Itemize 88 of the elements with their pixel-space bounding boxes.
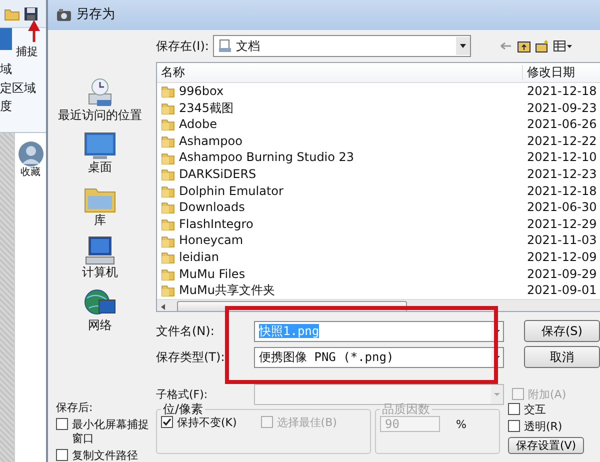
folder-icon bbox=[161, 117, 175, 132]
file-date: 2021-12-09 bbox=[526, 250, 597, 264]
file-date: 2021-12-29 bbox=[526, 216, 597, 232]
file-date: 2021-09-29 bbox=[526, 266, 597, 282]
input-field[interactable]: 便携图像 PNG (*.png) bbox=[254, 346, 504, 368]
file-name[interactable]: 2345截图 bbox=[179, 100, 234, 116]
file-name[interactable]: Adobe bbox=[179, 117, 217, 132]
file-date: 2021-12-18 bbox=[526, 184, 597, 198]
up-folder-icon[interactable] bbox=[516, 39, 531, 53]
ribbon-label: 捕捉 bbox=[16, 44, 38, 58]
checkbox[interactable] bbox=[161, 416, 173, 428]
input-field: 90 bbox=[380, 416, 440, 432]
file-date: 2021-09-23 bbox=[526, 100, 597, 116]
section-label: 保存后: bbox=[56, 401, 94, 414]
file-name[interactable]: Ashampoo Burning Studio 23 bbox=[179, 150, 354, 165]
folder-icon bbox=[161, 250, 175, 264]
checkbox-label: 最小化屏幕捕捉窗口 bbox=[72, 418, 150, 445]
save-icon[interactable] bbox=[24, 6, 38, 20]
file-date: 2021-12-22 bbox=[526, 134, 597, 148]
column-header[interactable]: 名称 bbox=[157, 65, 523, 80]
place-label[interactable]: 桌面 bbox=[88, 160, 112, 175]
group-title: 品质因数 bbox=[381, 403, 431, 416]
new-folder-icon[interactable] bbox=[534, 39, 549, 53]
ribbon-menu-item[interactable]: 域 bbox=[0, 62, 46, 77]
folder-icon bbox=[161, 266, 175, 281]
folder-icon bbox=[161, 167, 175, 182]
file-date: 2021-12-23 bbox=[526, 167, 597, 182]
place-label[interactable]: 库 bbox=[94, 212, 106, 228]
folder-icon bbox=[161, 200, 175, 214]
annotation-arrow bbox=[27, 19, 41, 43]
document-icon bbox=[218, 39, 232, 53]
folder-icon bbox=[161, 84, 175, 98]
file-date: 2021-12-18 bbox=[526, 84, 597, 98]
column-header[interactable]: 修改日期 bbox=[523, 65, 575, 80]
file-name[interactable]: Ashampoo bbox=[179, 134, 242, 148]
group-title: 位/像素 bbox=[162, 403, 204, 416]
unit-label: % bbox=[456, 418, 466, 431]
desktop-icon[interactable] bbox=[83, 130, 117, 160]
place-label[interactable]: 最近访问的位置 bbox=[58, 108, 142, 122]
checkbox[interactable] bbox=[56, 418, 68, 430]
avatar-icon bbox=[18, 141, 44, 167]
save-button[interactable]: 保存(S) bbox=[524, 320, 600, 342]
file-name[interactable]: MuMu共享文件夹 bbox=[179, 283, 275, 298]
file-date: 2021-12-10 bbox=[526, 150, 597, 165]
checkbox-label: 透明(R) bbox=[524, 420, 562, 434]
ribbon-menu-item[interactable]: 度 bbox=[0, 98, 46, 114]
file-date: 2021-09-01 bbox=[526, 283, 597, 298]
file-name[interactable]: DARKSiDERS bbox=[179, 167, 256, 182]
checkbox[interactable] bbox=[508, 420, 520, 432]
field-label: 文件名(N): bbox=[156, 324, 216, 338]
file-name[interactable]: 996box bbox=[179, 84, 224, 98]
checkbox[interactable] bbox=[56, 448, 68, 461]
file-name[interactable]: MuMu Files bbox=[179, 266, 246, 282]
save-settings-button[interactable]: 保存设置(V) bbox=[508, 437, 584, 454]
location-dropdown[interactable]: 文档 bbox=[212, 35, 471, 57]
caption-text: 收藏 bbox=[20, 167, 40, 179]
checkbox-label: 复制文件路径 bbox=[72, 448, 138, 462]
file-name[interactable]: Dolphin Emulator bbox=[179, 184, 284, 198]
folder-icon bbox=[161, 217, 175, 232]
file-date: 2021-11-03 bbox=[526, 233, 597, 248]
folder-icon bbox=[161, 100, 175, 115]
folder-icon bbox=[161, 150, 175, 165]
place-label[interactable]: 计算机 bbox=[82, 265, 118, 280]
field-label: 保存类型(T): bbox=[156, 350, 226, 364]
checkbox-label: 附加(A) bbox=[528, 388, 566, 402]
folder-icon bbox=[161, 184, 175, 198]
view-menu-icon[interactable] bbox=[552, 39, 573, 53]
camera-icon bbox=[56, 8, 72, 22]
place-label[interactable]: 网络 bbox=[88, 318, 112, 332]
field-label: 保存在(I): bbox=[156, 38, 209, 54]
ribbon-menu-item[interactable]: 定区域 bbox=[0, 80, 46, 95]
file-name[interactable]: FlashIntegro bbox=[179, 216, 254, 232]
field-label: 子格式(F): bbox=[156, 388, 209, 402]
computer-icon[interactable] bbox=[83, 235, 117, 266]
folder-icon bbox=[161, 283, 175, 298]
checkbox-label: 保持不变(K) bbox=[177, 416, 237, 430]
file-date: 2021-06-30 bbox=[526, 200, 597, 215]
checkbox-label: 选择最佳(B) bbox=[276, 416, 337, 430]
checkbox[interactable] bbox=[508, 403, 520, 415]
checkbox-label: 交互 bbox=[524, 403, 546, 416]
file-name[interactable]: leidian bbox=[179, 250, 219, 264]
file-name[interactable]: Downloads bbox=[179, 200, 245, 215]
file-name[interactable]: Honeycam bbox=[179, 233, 244, 248]
window-title: 另存为 bbox=[76, 7, 115, 23]
file-date: 2021-06-26 bbox=[526, 117, 597, 132]
folder-icon bbox=[161, 234, 175, 248]
folder-icon bbox=[161, 134, 175, 148]
cancel-button[interactable]: 取消 bbox=[524, 346, 600, 368]
